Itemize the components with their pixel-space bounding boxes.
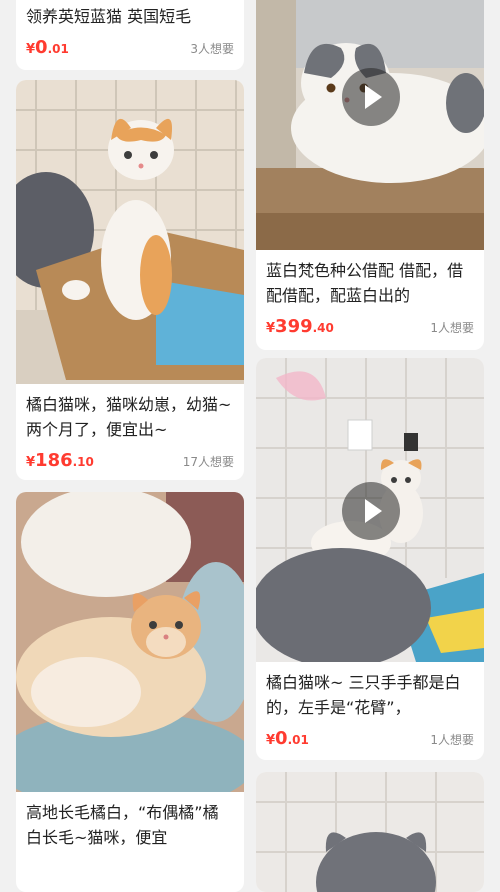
listing-price: ¥186.10 [26, 450, 94, 471]
listing-photo[interactable] [16, 492, 244, 792]
listing-card-lanmao[interactable]: 领养英短蓝猫 英国短毛 ¥0.01 3人想要 [16, 0, 244, 70]
listing-meta: ¥399.40 1人想要 [256, 316, 484, 337]
listing-photo[interactable] [256, 358, 484, 662]
listing-photo[interactable] [256, 0, 484, 250]
listing-price: ¥0.01 [26, 37, 69, 58]
listing-photo[interactable] [256, 772, 484, 892]
listing-card-orange-white-kitten-2[interactable]: 橘白猫咪~ 三只手手都是白的，左手是“花臂”， ¥0.01 1人想要 [256, 358, 484, 760]
listing-photo[interactable] [16, 80, 244, 384]
listing-price: ¥399.40 [266, 316, 334, 337]
listing-price: ¥0.01 [266, 728, 309, 749]
listing-title: 橘白猫咪~ 三只手手都是白的，左手是“花臂”， [266, 673, 461, 717]
longhair-cat-photo [16, 492, 244, 792]
listing-title: 领养英短蓝猫 英国短毛 [26, 7, 192, 26]
listing-title: 橘白猫咪，猫咪幼崽，幼猫~ 两个月了，便宜出~ [26, 395, 232, 439]
listing-wants-count: 1人想要 [430, 733, 474, 747]
listing-wants-count: 17人想要 [182, 455, 234, 469]
listing-meta: ¥0.01 1人想要 [256, 728, 484, 749]
kitten-in-box-photo [16, 80, 244, 384]
listing-card-orange-white-kitten[interactable]: 橘白猫咪，猫咪幼崽，幼猫~ 两个月了，便宜出~ ¥186.10 17人想要 [16, 80, 244, 480]
listing-title: 高地长毛橘白，“布偶橘”橘白长毛~猫咪，便宜 [26, 803, 219, 847]
play-icon[interactable] [342, 482, 400, 540]
listing-card-longhair-orange[interactable]: 高地长毛橘白，“布偶橘”橘白长毛~猫咪，便宜 [16, 492, 244, 892]
listing-title: 蓝白梵色种公借配 借配，借配借配，配蓝白出的 [266, 261, 464, 305]
listing-wants-count: 1人想要 [430, 321, 474, 335]
listing-meta: ¥186.10 17人想要 [16, 450, 244, 471]
listing-wants-count: 3人想要 [190, 42, 234, 56]
listing-card-gray-kitten[interactable] [256, 772, 484, 892]
play-icon[interactable] [342, 68, 400, 126]
gray-kitten-photo [256, 772, 484, 892]
listing-card-blue-white-stud[interactable]: 蓝白梵色种公借配 借配，借配借配，配蓝白出的 ¥399.40 1人想要 [256, 0, 484, 350]
listing-meta: ¥0.01 3人想要 [16, 37, 244, 58]
